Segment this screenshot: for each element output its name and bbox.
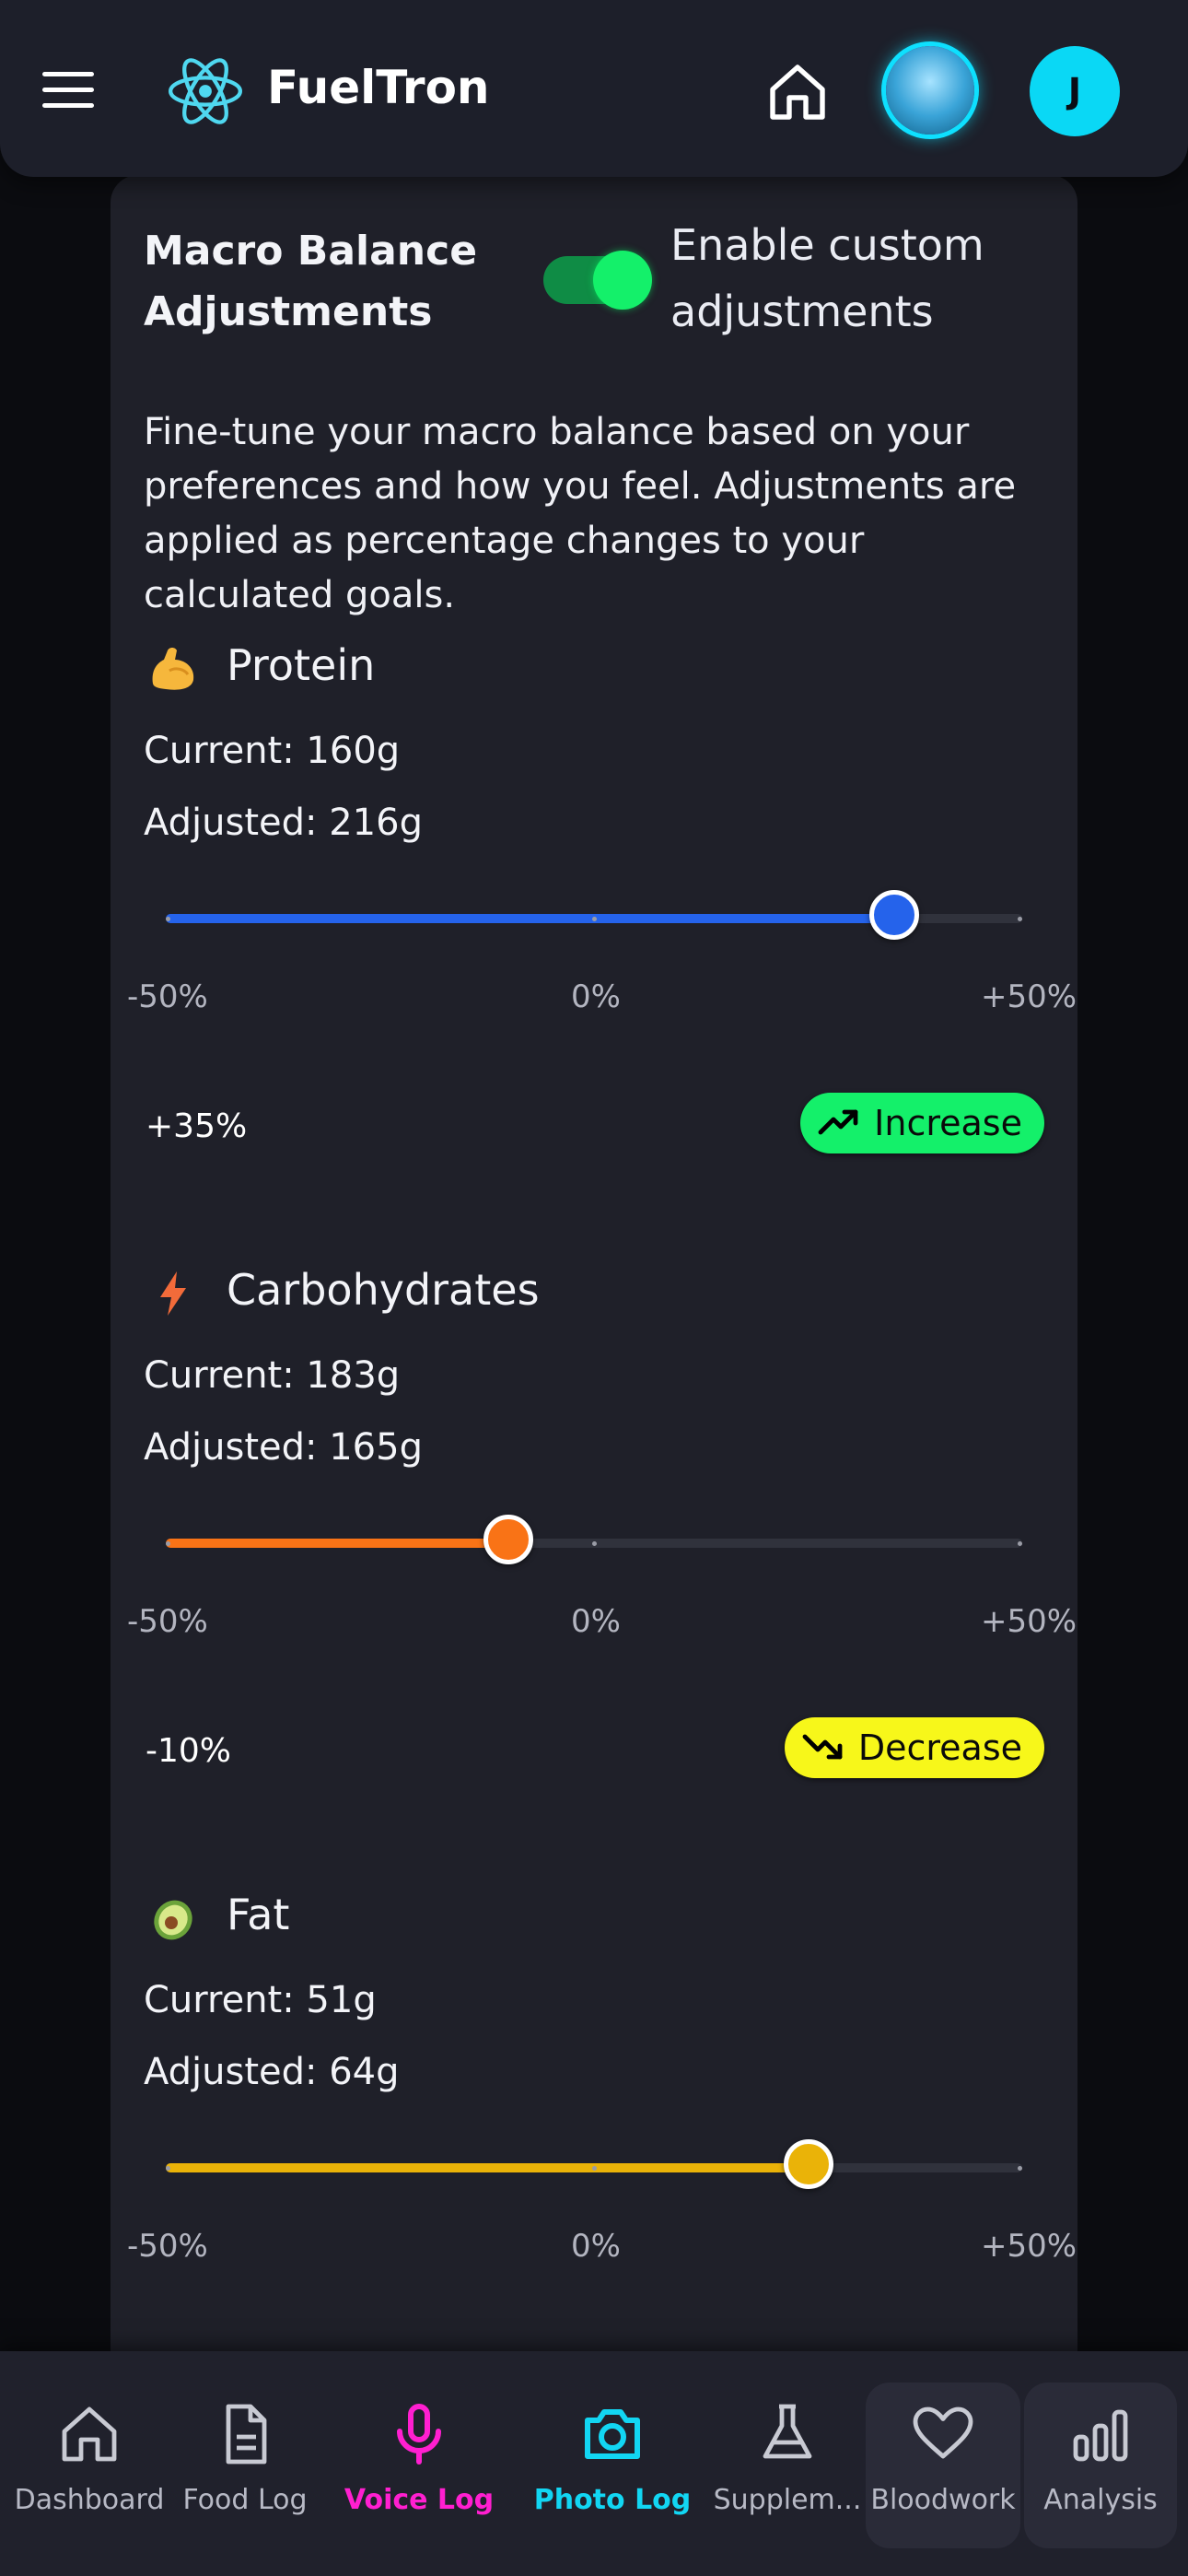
flexed-biceps-icon: [152, 648, 194, 690]
slider-zero-dot: [592, 2166, 597, 2171]
toggle-knob: [593, 251, 652, 310]
slider-fill: [166, 1539, 508, 1548]
slider-min-label: -50%: [127, 978, 208, 1015]
nav-supplements[interactable]: Supplem...: [709, 2351, 866, 2576]
slider-min-dot: [166, 2166, 170, 2171]
macro-protein: Protein Current: 160g Adjusted: 216g -50…: [111, 636, 1077, 1262]
slider-max-label: +50%: [981, 1603, 1077, 1640]
adjustment-slider[interactable]: [166, 2139, 1022, 2189]
slider-min-label: -50%: [127, 1603, 208, 1640]
slider-max-dot: [1018, 1541, 1022, 1546]
slider-fill: [166, 914, 894, 923]
avocado-icon: [154, 1900, 192, 1940]
current-value: Current: 183g: [144, 1354, 401, 1397]
nav-dashboard[interactable]: Dashboard: [13, 2351, 166, 2576]
custom-adjustments-toggle[interactable]: [543, 251, 652, 310]
menu-icon[interactable]: [42, 72, 94, 109]
decrease-badge: Decrease: [784, 1717, 1044, 1778]
slider-min-dot: [166, 917, 170, 921]
bottom-nav: Dashboard Food Log Voice Log Photo Log S…: [0, 2351, 1188, 2576]
slider-thumb[interactable]: [783, 2139, 833, 2189]
nav-label: Analysis: [1043, 2484, 1158, 2516]
bar-chart-icon: [1073, 2409, 1128, 2462]
card-description: Fine-tune your macro balance based on yo…: [144, 411, 1017, 616]
user-avatar[interactable]: J: [1030, 46, 1120, 136]
nav-label: Bloodwork: [870, 2484, 1016, 2516]
nav-label: Photo Log: [533, 2484, 692, 2516]
app-header: FuelTron J: [0, 0, 1188, 177]
macro-name: Fat: [227, 1890, 290, 1939]
adjusted-value: Adjusted: 216g: [144, 802, 423, 844]
macro-name: Carbohydrates: [227, 1265, 540, 1315]
atom-logo-icon: [169, 58, 242, 124]
nav-label: Food Log: [182, 2484, 308, 2516]
nav-label: Voice Log: [344, 2484, 495, 2516]
slider-max-label: +50%: [981, 2228, 1077, 2265]
flask-icon: [763, 2404, 812, 2459]
trending-up-icon: [818, 1109, 858, 1135]
macro-balance-card: Macro Balance Adjustments Enable custom …: [111, 175, 1077, 2423]
slider-fill: [166, 2163, 809, 2172]
lightning-bolt-icon: [160, 1271, 186, 1316]
nav-label: Dashboard: [14, 2484, 165, 2516]
card-title: Macro Balance Adjustments: [144, 228, 478, 335]
heart-icon: [913, 2406, 973, 2459]
macro-name: Protein: [227, 640, 376, 690]
current-value: Current: 160g: [144, 730, 401, 772]
adjustment-slider[interactable]: [166, 1515, 1022, 1564]
slider-min-label: -50%: [127, 2228, 208, 2265]
adjustment-slider[interactable]: [166, 890, 1022, 940]
document-icon: [226, 2404, 267, 2465]
adjustment-percent: +35%: [146, 1107, 248, 1145]
macro-carbohydrates: Carbohydrates Current: 183g Adjusted: 16…: [111, 1260, 1077, 1887]
camera-icon: [585, 2409, 640, 2459]
slider-zero-dot: [592, 917, 597, 921]
toggle-label: Enable custom adjustments: [670, 220, 984, 336]
slider-max-label: +50%: [981, 978, 1077, 1015]
app-brand: FuelTron: [267, 61, 490, 114]
slider-mid-label: 0%: [571, 2228, 621, 2265]
trend-label: Increase: [874, 1103, 1022, 1143]
slider-mid-label: 0%: [571, 978, 621, 1015]
increase-badge: Increase: [800, 1093, 1044, 1153]
nav-analysis[interactable]: Analysis: [1024, 2383, 1177, 2548]
home-icon: [62, 2406, 117, 2462]
slider-zero-dot: [592, 1541, 597, 1546]
trending-down-icon: [802, 1734, 843, 1760]
nav-bloodwork[interactable]: Bloodwork: [866, 2383, 1020, 2548]
nav-food-log[interactable]: Food Log: [171, 2351, 319, 2576]
nav-voice-log[interactable]: Voice Log: [341, 2351, 497, 2576]
slider-thumb[interactable]: [483, 1515, 533, 1564]
slider-thumb[interactable]: [868, 890, 919, 940]
trend-label: Decrease: [857, 1727, 1022, 1768]
slider-max-dot: [1018, 917, 1022, 921]
adjusted-value: Adjusted: 64g: [144, 2051, 400, 2093]
adjustment-percent: -10%: [146, 1732, 232, 1770]
microphone-icon: [397, 2404, 441, 2465]
slider-max-dot: [1018, 2166, 1022, 2171]
adjusted-value: Adjusted: 165g: [144, 1426, 423, 1469]
home-icon[interactable]: [764, 59, 831, 125]
slider-min-dot: [166, 1541, 170, 1546]
ai-avatar-button[interactable]: [886, 46, 974, 135]
current-value: Current: 51g: [144, 1979, 377, 2021]
slider-mid-label: 0%: [571, 1603, 621, 1640]
nav-label: Supplem...: [713, 2484, 862, 2516]
nav-photo-log[interactable]: Photo Log: [534, 2351, 691, 2576]
